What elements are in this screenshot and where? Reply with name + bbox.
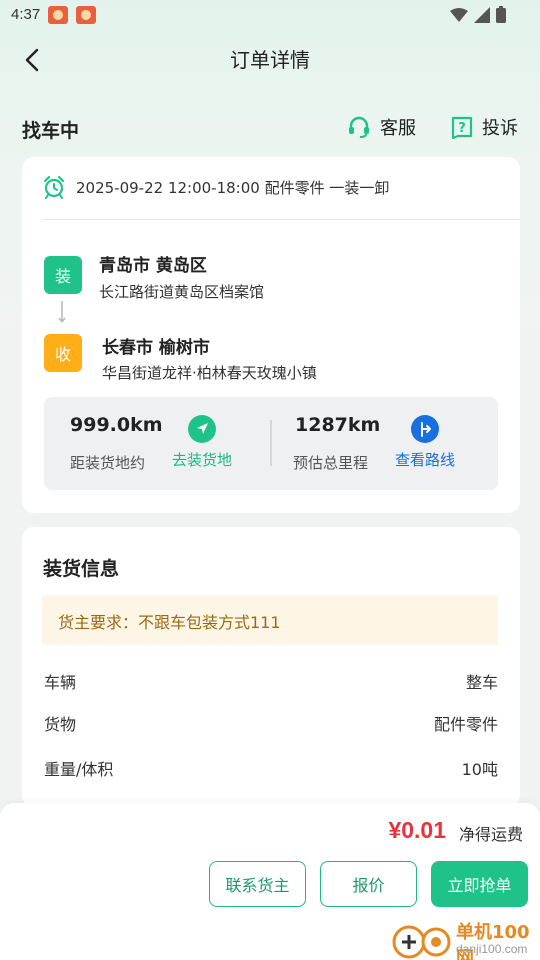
system-icons <box>450 6 506 23</box>
navigate-icon <box>188 415 216 443</box>
info-row-vehicle: 车辆 整车 <box>44 669 498 693</box>
customer-service-button[interactable]: 客服 <box>346 114 416 140</box>
order-status-row: 找车中 客服 ? 投诉 <box>0 108 540 148</box>
distance-box: 999.0km 距装货地约 去装货地 1287km 预估总里程 查看路线 <box>44 397 498 490</box>
notification-app-icon <box>76 6 96 24</box>
freight-price: ¥0.01 <box>388 817 446 843</box>
unload-address: 华昌街道龙祥·柏林春天玫瑰小镇 <box>102 364 317 382</box>
route-icon <box>411 415 439 443</box>
info-row-goods: 货物 配件零件 <box>44 711 498 735</box>
go-to-load-label: 去装货地 <box>172 451 233 469</box>
order-status: 找车中 <box>22 120 80 142</box>
wifi-icon <box>450 7 468 22</box>
info-value: 配件零件 <box>433 715 498 734</box>
loading-info-card: 装货信息 货主要求：不跟车包装方式111 车辆 整车 货物 配件零件 重量/体积… <box>22 527 520 807</box>
load-address: 长江路街道黄岛区档案馆 <box>99 283 265 301</box>
headset-icon <box>349 116 369 138</box>
customer-service-label: 客服 <box>380 118 416 139</box>
distance-separator <box>270 420 272 466</box>
total-distance-value: 1287km <box>295 414 381 436</box>
info-label: 重量/体积 <box>44 760 114 779</box>
distance-to-load-label: 距装货地约 <box>70 454 146 472</box>
freight-price-label: 净得运费 <box>459 825 524 844</box>
unload-city: 长春市 榆树市 <box>102 338 210 358</box>
complaint-button[interactable]: ? 投诉 <box>450 114 518 140</box>
watermark: 单机100网 danji100.com <box>392 916 540 960</box>
watermark-url: danji100.com <box>456 942 528 956</box>
notification-app-icon <box>48 6 68 24</box>
info-row-weight: 重量/体积 10吨 <box>44 756 498 780</box>
header: 订单详情 <box>0 30 540 90</box>
svg-text:?: ? <box>458 121 466 136</box>
time-info-row: 2025-09-22 12:00-18:00 配件零件 一装一卸 <box>42 175 389 199</box>
view-route-button[interactable]: 查看路线 <box>395 415 455 470</box>
info-label: 货物 <box>44 715 77 734</box>
unload-tag: 收 <box>44 334 82 372</box>
alarm-clock-icon <box>43 175 65 199</box>
route-card: 2025-09-22 12:00-18:00 配件零件 一装一卸 装 青岛市 黄… <box>22 157 520 513</box>
load-city: 青岛市 黄岛区 <box>99 256 207 276</box>
time-info-text: 2025-09-22 12:00-18:00 配件零件 一装一卸 <box>76 178 390 197</box>
info-value: 整车 <box>465 673 498 692</box>
section-title: 装货信息 <box>43 558 120 580</box>
page-title: 订单详情 <box>230 48 310 72</box>
watermark-logo <box>392 925 451 959</box>
distance-to-load-value: 999.0km <box>70 414 163 436</box>
route-arrow-icon <box>58 301 66 323</box>
grab-order-button[interactable]: 立即抢单 <box>431 861 528 907</box>
complaint-icon: ? <box>451 116 473 139</box>
shipper-requirement-notice: 货主要求：不跟车包装方式111 <box>42 595 498 645</box>
info-label: 车辆 <box>44 673 77 692</box>
view-route-label: 查看路线 <box>395 451 456 469</box>
quote-button[interactable]: 报价 <box>320 861 417 907</box>
status-bar: 4:37 <box>0 0 540 30</box>
signal-icon <box>474 6 490 23</box>
go-to-load-button[interactable]: 去装货地 <box>172 415 232 470</box>
total-distance-label: 预估总里程 <box>293 454 369 472</box>
load-tag: 装 <box>44 256 82 294</box>
info-value: 10吨 <box>461 760 498 779</box>
complaint-label: 投诉 <box>482 118 518 139</box>
contact-shipper-button[interactable]: 联系货主 <box>209 861 306 907</box>
battery-icon <box>496 6 506 23</box>
divider <box>42 219 520 220</box>
status-time: 4:37 <box>11 6 41 23</box>
